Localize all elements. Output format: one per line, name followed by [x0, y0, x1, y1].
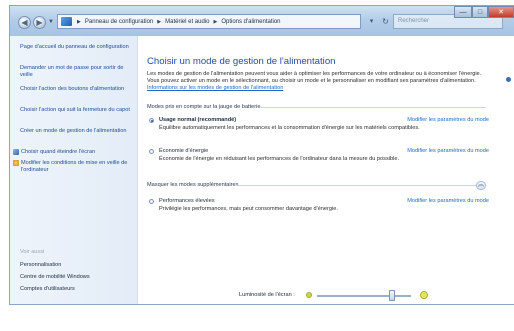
plan-name[interactable]: Performances élevées: [159, 198, 215, 204]
description-text: Les modes de gestion de l'alimentation p…: [147, 71, 482, 84]
see-also-heading: Voir aussi: [20, 249, 45, 255]
breadcrumb-power-options[interactable]: Options d'alimentation: [221, 19, 280, 25]
additional-plans-toggle[interactable]: Masquer les modes supplémentaires: [147, 182, 238, 188]
sidebar-link-password-wakeup[interactable]: Demander un mot de passe pour sortir de …: [20, 65, 132, 79]
sidebar-link-create-plan[interactable]: Créer un mode de gestion de l'alimentati…: [20, 128, 132, 135]
change-plan-settings-link[interactable]: Modifier les paramètres du mode: [407, 198, 489, 204]
plan-balanced: Usage normal (recommandé) Équilibre auto…: [149, 117, 489, 140]
address-dropdown-icon[interactable]: ▾: [365, 14, 378, 29]
sidebar-link-home[interactable]: Page d'accueil du panneau de configurati…: [20, 44, 132, 51]
brightness-low-icon: [306, 292, 312, 298]
plan-power-saver: Économie d'énergie Économie de l'énergie…: [149, 148, 489, 165]
title-bar: ◀ ▶ ▼ ▶ Panneau de configuration ▶ Matér…: [10, 6, 514, 37]
plan-description: Équilibre automatiquement les performanc…: [159, 125, 420, 131]
monitor-icon: [13, 149, 19, 155]
change-plan-settings-link[interactable]: Modifier les paramètres du mode: [407, 148, 489, 154]
scroll-indicator-icon: [506, 77, 511, 82]
plan-radio-high-performance[interactable]: [149, 199, 154, 204]
sidebar-link-user-accounts[interactable]: Comptes d'utilisateurs: [20, 286, 132, 293]
address-bar[interactable]: ▶ Panneau de configuration ▶ Matériel et…: [57, 14, 361, 29]
recent-pages-dropdown-icon[interactable]: ▼: [48, 19, 54, 25]
plan-radio-balanced[interactable]: [149, 118, 154, 123]
sidebar-link-lid-close[interactable]: Choisir l'action qui suit la fermeture d…: [20, 107, 132, 114]
plan-name[interactable]: Économie d'énergie: [159, 148, 208, 154]
change-plan-settings-link[interactable]: Modifier les paramètres du mode: [407, 117, 489, 123]
brightness-bar: Luminosité de l'écran :: [138, 288, 514, 303]
chevron-right-icon[interactable]: ▶: [77, 19, 81, 25]
forward-arrow-icon[interactable]: ▶: [33, 16, 46, 29]
back-arrow-icon[interactable]: ◀: [18, 16, 31, 29]
task-pane: Page d'accueil du panneau de configurati…: [10, 36, 138, 304]
sidebar-link-label: Choisir quand éteindre l'écran: [21, 149, 96, 155]
plan-description: Privilégie les performances, mais peut c…: [159, 206, 338, 212]
plan-radio-power-saver[interactable]: [149, 149, 154, 154]
plan-description: Économie de l'énergie en réduisant les p…: [159, 156, 400, 162]
breadcrumb-hardware-sound[interactable]: Matériel et audio: [165, 19, 209, 25]
sidebar-link-mobility-center[interactable]: Centre de mobilité Windows: [20, 274, 132, 281]
plan-name[interactable]: Usage normal (recommandé): [159, 117, 236, 123]
section-divider: [260, 107, 486, 108]
main-content: Choisir un mode de gestion de l'alimenta…: [138, 36, 514, 304]
brightness-slider-track[interactable]: [317, 295, 411, 297]
page-title: Choisir un mode de gestion de l'alimenta…: [147, 56, 336, 67]
plan-high-performance: Performances élevées Privilégie les perf…: [149, 198, 489, 215]
window-controls: — □ ✕: [454, 6, 514, 18]
sidebar-link-display-off[interactable]: Choisir quand éteindre l'écran: [13, 149, 132, 156]
battery-plans-label: Modes pris en compte sur la jauge de bat…: [147, 104, 261, 110]
collapse-icon[interactable]: ︽: [476, 181, 486, 190]
page-description: Les modes de gestion de l'alimentation p…: [147, 71, 487, 92]
refresh-icon[interactable]: ↻: [379, 14, 392, 29]
close-button[interactable]: ✕: [488, 6, 514, 18]
breadcrumb-control-panel[interactable]: Panneau de configuration: [85, 19, 153, 25]
maximize-button[interactable]: □: [472, 6, 488, 18]
sidebar-link-personalization[interactable]: Personnalisation: [20, 262, 132, 269]
moon-icon: [13, 160, 19, 166]
chevron-right-icon[interactable]: ▶: [157, 19, 161, 25]
chevron-right-icon[interactable]: ▶: [213, 19, 217, 25]
section-divider: [236, 185, 486, 186]
control-panel-icon: [61, 17, 72, 26]
sidebar-link-sleep[interactable]: Modifier les conditions de mise en veill…: [13, 160, 132, 174]
power-plans-info-link[interactable]: Informations sur les modes de gestion de…: [147, 85, 283, 91]
control-panel-window: ◀ ▶ ▼ ▶ Panneau de configuration ▶ Matér…: [9, 5, 514, 305]
minimize-button[interactable]: —: [454, 6, 472, 18]
sidebar-link-label: Modifier les conditions de mise en veill…: [21, 160, 128, 174]
brightness-label: Luminosité de l'écran :: [239, 292, 295, 298]
brightness-high-icon: [420, 291, 428, 299]
sidebar-link-power-buttons[interactable]: Choisir l'action des boutons d'alimentat…: [20, 86, 132, 93]
brightness-slider-thumb[interactable]: [389, 290, 396, 301]
